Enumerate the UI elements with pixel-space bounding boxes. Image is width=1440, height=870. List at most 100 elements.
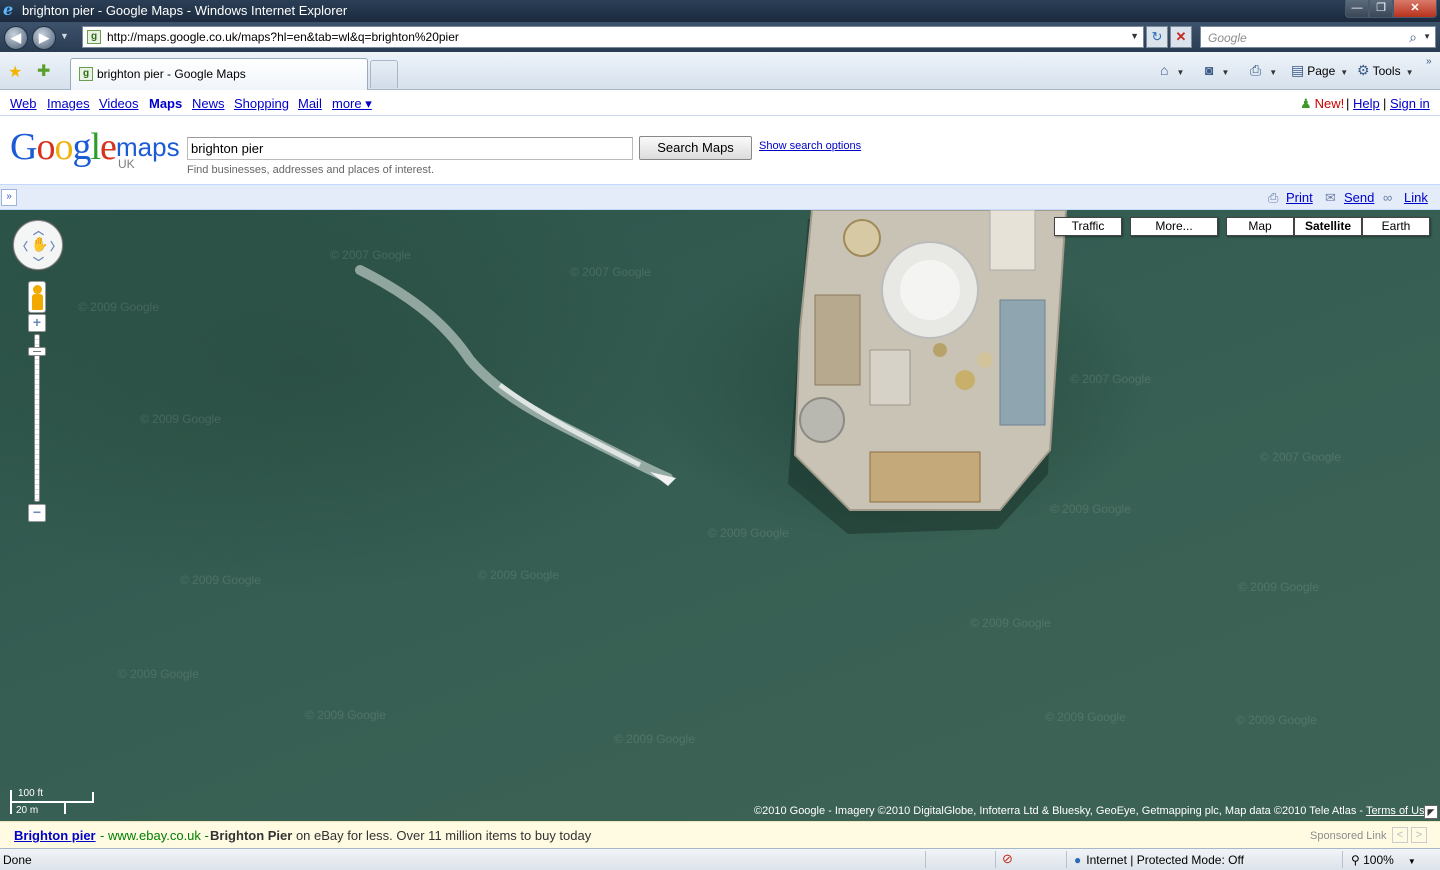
imagery-watermark: © 2009 Google (1238, 580, 1319, 594)
new-tab-button[interactable] (370, 60, 398, 88)
scale-metric: 20 m (16, 805, 39, 816)
printer-icon: ⎙ (1250, 62, 1262, 78)
print-command-button[interactable]: ⎙ ▼ (1250, 62, 1277, 79)
zoom-out-button[interactable]: − (28, 504, 46, 522)
window-title-bar: e brighton pier - Google Maps - Windows … (0, 0, 1440, 22)
window-title: brighton pier - Google Maps - Windows In… (22, 3, 348, 18)
imagery-watermark: © 2009 Google (1045, 710, 1126, 724)
address-dropdown-icon[interactable]: ▼ (1130, 31, 1139, 41)
imagery-watermark: © 2007 Google (1260, 450, 1341, 464)
rss-icon: ◙ (1205, 62, 1214, 78)
zoom-slider[interactable] (34, 334, 40, 502)
search-provider-dropdown-icon[interactable]: ▼ (1423, 32, 1431, 41)
address-url[interactable]: http://maps.google.co.uk/maps?hl=en&tab=… (107, 30, 459, 44)
refresh-button[interactable]: ↻ (1146, 26, 1168, 48)
imagery-watermark: © 2009 Google (614, 732, 695, 746)
back-button[interactable]: ◀ (4, 26, 28, 50)
overview-map-toggle-icon[interactable]: ◤ (1424, 805, 1438, 819)
imagery-watermark: © 2009 Google (305, 708, 386, 722)
home-button[interactable]: ⌂ ▼ (1160, 62, 1184, 78)
show-search-options-link[interactable]: Show search options (759, 140, 861, 152)
help-link[interactable]: Help (1353, 96, 1380, 111)
send-icon[interactable]: ✉ (1325, 190, 1336, 206)
pan-right-icon[interactable]: 〉 (50, 238, 61, 254)
print-link[interactable]: Print (1286, 190, 1313, 205)
gbar-link-web[interactable]: Web (10, 96, 37, 111)
sponsored-link-bar: Brighton pier - www.ebay.co.uk - Brighto… (0, 821, 1440, 848)
zoom-in-button[interactable]: + (28, 314, 46, 332)
ad-prev-button[interactable]: < (1392, 827, 1408, 843)
logo-region-text: UK (118, 157, 135, 171)
map-type-map-button[interactable]: Map (1226, 217, 1294, 236)
web-search-placeholder[interactable]: Google (1208, 31, 1247, 45)
print-icon[interactable]: ⎙ (1268, 190, 1278, 206)
link-link[interactable]: Link (1404, 190, 1428, 205)
feeds-button[interactable]: ◙ ▼ (1205, 62, 1229, 78)
imagery-watermark: © 2009 Google (1236, 713, 1317, 727)
forward-button[interactable]: ▶ (32, 26, 56, 50)
status-text: Done (3, 853, 32, 867)
ad-title-link[interactable]: Brighton pier (14, 828, 96, 843)
gbar-link-images[interactable]: Images (47, 96, 90, 111)
sign-in-link[interactable]: Sign in (1390, 96, 1430, 111)
search-hint: Find businesses, addresses and places of… (187, 164, 435, 176)
toolbar-overflow-icon[interactable]: » (1426, 56, 1432, 67)
page-menu-button[interactable]: ▤ Page ▼ (1291, 62, 1348, 79)
hand-icon[interactable]: ✋ (31, 236, 48, 253)
favorites-star-icon[interactable]: ★ (8, 62, 22, 82)
close-window-button[interactable]: ✕ (1393, 0, 1437, 18)
new-features-link[interactable]: ♟ New! (1300, 96, 1344, 112)
globe-icon: ● (1074, 853, 1082, 867)
gbar-link-shopping[interactable]: Shopping (234, 96, 289, 111)
recent-pages-dropdown-icon[interactable]: ▼ (60, 31, 69, 41)
satellite-imagery (355, 210, 1068, 534)
tools-menu-button[interactable]: ⚙ Tools ▼ (1357, 62, 1414, 79)
search-icon[interactable]: ⌕ (1409, 29, 1417, 46)
tab-brighton-pier[interactable]: g brighton pier - Google Maps (70, 58, 368, 90)
search-maps-button[interactable]: Search Maps (639, 136, 752, 160)
map-type-satellite-button[interactable]: Satellite (1294, 217, 1362, 236)
add-favorites-icon[interactable]: ✚ (37, 61, 50, 81)
tab-favicon-icon: g (79, 67, 93, 81)
status-bar: Done ⊘ ● Internet | Protected Mode: Off ⚲… (0, 848, 1440, 870)
maps-search-input[interactable]: brighton pier (187, 137, 633, 160)
web-search-box[interactable]: Google ⌕ ▼ (1200, 26, 1436, 48)
pan-down-icon[interactable]: ﹀ (33, 254, 44, 270)
address-bar[interactable]: g http://maps.google.co.uk/maps?hl=en&ta… (82, 26, 1144, 48)
carousel (843, 219, 881, 257)
gbar-link-videos[interactable]: Videos (99, 96, 139, 111)
ie-logo-icon: e (3, 0, 14, 19)
imagery-watermark: © 2009 Google (78, 300, 159, 314)
gbar-more-menu[interactable]: more ▾ (332, 96, 372, 112)
gbar-link-news[interactable]: News (192, 96, 225, 111)
send-link[interactable]: Send (1344, 190, 1374, 205)
stop-button[interactable]: ✕ (1170, 26, 1192, 48)
popup-blocker-icon[interactable]: ⊘ (1002, 851, 1013, 867)
pegman-street-view-icon[interactable] (28, 281, 46, 313)
pan-left-icon[interactable]: 〈 (17, 238, 28, 254)
ad-text: Brighton Pier on eBay for less. Over 11 … (210, 828, 592, 843)
expand-panel-button[interactable]: » (1, 189, 17, 206)
zoom-slider-handle[interactable] (28, 347, 46, 356)
gbar-link-mail[interactable]: Mail (298, 96, 322, 111)
terms-of-use-link[interactable]: Terms of Use (1366, 805, 1431, 817)
navigation-bar: ◀ ▶ ▼ g http://maps.google.co.uk/maps?hl… (0, 22, 1440, 52)
zoom-level-button[interactable]: ⚲ 100% ▼ (1351, 853, 1416, 867)
boat-wake (355, 265, 673, 483)
pan-control[interactable]: ︿ 〈 ✋ 〉 ﹀ (13, 220, 63, 270)
imagery-watermark: © 2007 Google (330, 248, 411, 262)
more-layers-button[interactable]: More... (1130, 217, 1218, 236)
gbar-current-maps: Maps (149, 96, 183, 111)
restore-button[interactable]: ❐ (1369, 0, 1393, 18)
page-icon: ▤ (1291, 62, 1305, 78)
link-icon[interactable]: ∞ (1383, 190, 1392, 205)
google-logo[interactable]: Google (10, 128, 117, 166)
satellite-map[interactable]: © 2007 Google © 2007 Google © 2009 Googl… (0, 210, 1440, 821)
map-type-earth-button[interactable]: Earth (1362, 217, 1430, 236)
minimize-button[interactable]: — (1345, 0, 1369, 18)
traffic-button[interactable]: Traffic (1054, 217, 1122, 236)
flask-icon: ♟ (1300, 96, 1312, 111)
security-zone[interactable]: ● Internet | Protected Mode: Off (1074, 853, 1244, 867)
zoom-icon: ⚲ (1351, 853, 1364, 867)
ad-next-button[interactable]: > (1411, 827, 1427, 843)
